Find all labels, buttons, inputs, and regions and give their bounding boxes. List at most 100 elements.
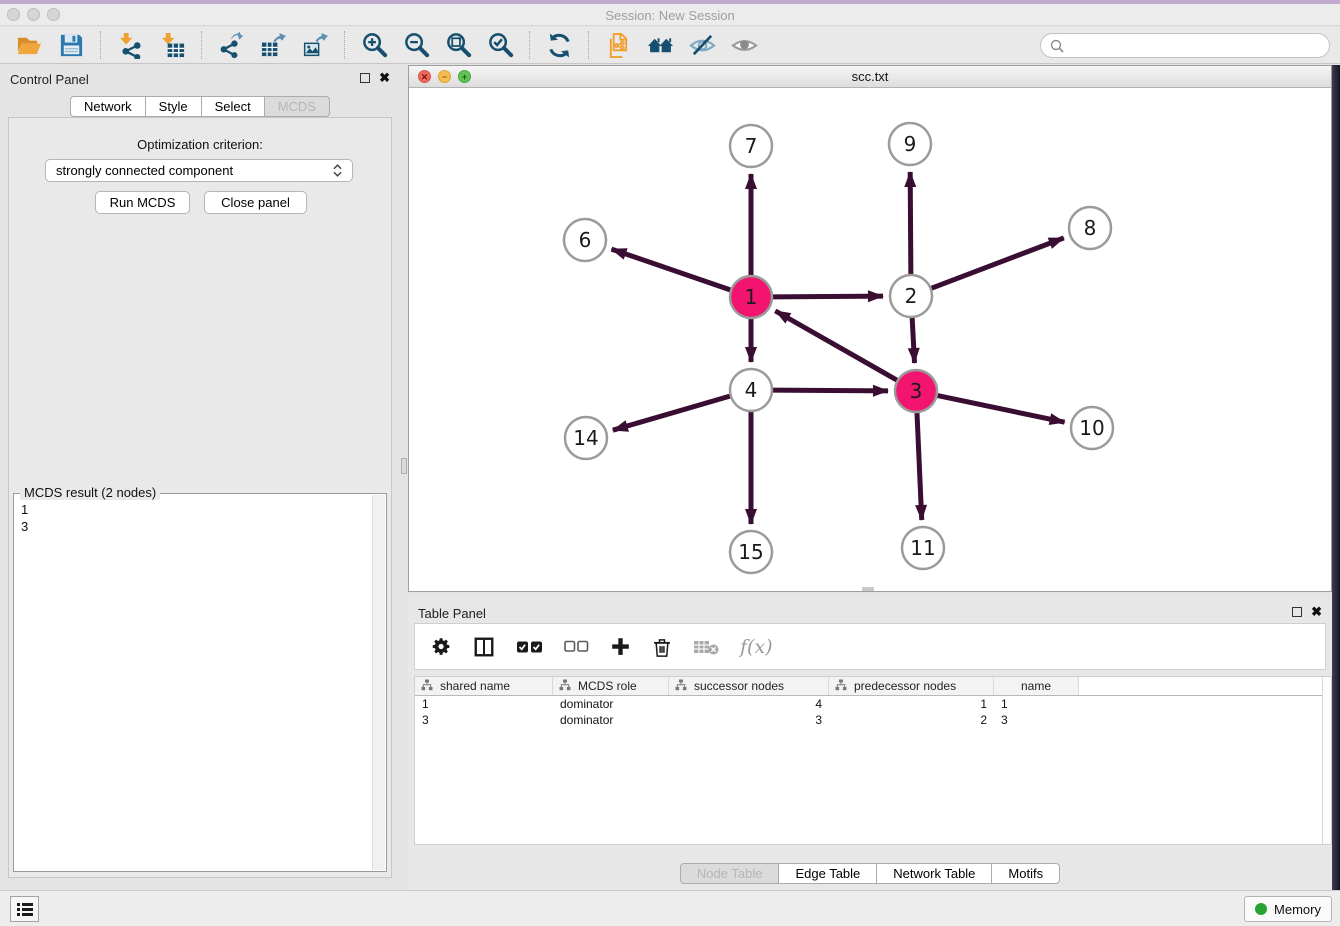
zoom-fit-icon[interactable] (442, 29, 474, 61)
cell-predecessor-nodes[interactable]: 2 (829, 713, 994, 727)
zoom-out-icon[interactable] (400, 29, 432, 61)
export-table-icon[interactable] (257, 29, 289, 61)
show-eye-icon[interactable] (728, 29, 760, 61)
edge-2-8[interactable] (932, 238, 1064, 288)
duplicate-network-icon[interactable] (602, 29, 634, 61)
run-mcds-button[interactable]: Run MCDS (95, 191, 190, 214)
zoom-selected-icon[interactable] (484, 29, 516, 61)
refresh-icon[interactable] (543, 29, 575, 61)
edge-1-2[interactable] (773, 296, 883, 297)
graph-node-4[interactable]: 4 (730, 369, 772, 411)
cell-predecessor-nodes[interactable]: 1 (829, 697, 994, 711)
table-row[interactable]: 1dominator411 (415, 696, 1331, 712)
table-settings-gear-icon[interactable] (431, 636, 452, 657)
float-table-panel-icon[interactable] (1292, 607, 1302, 617)
delete-column-icon[interactable] (652, 636, 672, 658)
graph-node-3[interactable]: 3 (895, 370, 937, 412)
export-network-icon[interactable] (215, 29, 247, 61)
column-header-name[interactable]: name (994, 677, 1079, 695)
tab-edge-table[interactable]: Edge Table (779, 863, 877, 884)
show-columns-icon[interactable] (473, 636, 495, 658)
edge-3-10[interactable] (938, 396, 1065, 423)
window-resize-handle[interactable] (862, 587, 874, 591)
status-bar: Memory (0, 890, 1340, 926)
panel-divider-handle[interactable] (401, 458, 407, 474)
network-canvas[interactable]: 7 9 6 8 1 2 4 3 14 10 15 11 (409, 88, 1331, 591)
deselect-all-rows-icon[interactable] (564, 640, 589, 653)
tab-node-table[interactable]: Node Table (680, 863, 780, 884)
cell-MCDS-role[interactable]: dominator (553, 697, 669, 711)
cell-name[interactable]: 3 (994, 713, 1079, 727)
tab-motifs[interactable]: Motifs (992, 863, 1060, 884)
open-folder-icon[interactable] (13, 29, 45, 61)
float-panel-icon[interactable] (360, 73, 370, 83)
cell-shared-name[interactable]: 1 (415, 697, 553, 711)
column-header-shared-name[interactable]: shared name (415, 677, 553, 695)
edge-4-3[interactable] (773, 390, 888, 391)
mcds-result-list[interactable]: 13 (15, 499, 371, 870)
table-scrollbar[interactable] (1322, 677, 1331, 844)
tab-style[interactable]: Style (146, 96, 202, 117)
task-history-button[interactable] (10, 896, 39, 922)
graph-node-11[interactable]: 11 (902, 527, 944, 569)
edge-2-3[interactable] (912, 318, 914, 363)
graph-node-15[interactable]: 15 (730, 531, 772, 573)
search-field[interactable] (1040, 33, 1330, 58)
svg-text:4: 4 (745, 378, 758, 402)
toolbar-separator (100, 31, 101, 59)
svg-text:6: 6 (579, 228, 592, 252)
control-panel-tabs: NetworkStyleSelectMCDS (0, 96, 400, 117)
tab-network[interactable]: Network (70, 96, 146, 117)
save-icon[interactable] (55, 29, 87, 61)
edge-3-1[interactable] (775, 311, 897, 380)
column-header-successor-nodes[interactable]: successor nodes (669, 677, 829, 695)
svg-text:1: 1 (745, 285, 758, 309)
import-table-icon[interactable] (156, 29, 188, 61)
select-all-rows-icon[interactable] (516, 640, 543, 654)
result-scrollbar[interactable] (372, 495, 385, 870)
table-row[interactable]: 3dominator323 (415, 712, 1331, 728)
mcds-result-legend: MCDS result (2 nodes) (20, 485, 160, 500)
graph-node-1[interactable]: 1 (730, 276, 772, 318)
graph-node-14[interactable]: 14 (565, 417, 607, 459)
search-input[interactable] (1070, 38, 1329, 53)
houses-icon[interactable] (644, 29, 676, 61)
graph-node-9[interactable]: 9 (889, 123, 931, 165)
zoom-in-icon[interactable] (358, 29, 390, 61)
memory-button[interactable]: Memory (1244, 896, 1332, 922)
tab-network-table[interactable]: Network Table (877, 863, 992, 884)
column-header-predecessor-nodes[interactable]: predecessor nodes (829, 677, 994, 695)
network-window-titlebar[interactable]: ✕ − + scc.txt (409, 66, 1331, 88)
graph-node-2[interactable]: 2 (890, 275, 932, 317)
column-header-MCDS-role[interactable]: MCDS role (553, 677, 669, 695)
close-panel-icon[interactable]: ✖ (379, 72, 390, 84)
cell-successor-nodes[interactable]: 3 (669, 713, 829, 727)
close-panel-button[interactable]: Close panel (204, 191, 307, 214)
edge-4-14[interactable] (613, 396, 730, 430)
table-panel-title: Table Panel (418, 606, 486, 621)
cell-name[interactable]: 1 (994, 697, 1079, 711)
edge-3-11[interactable] (917, 413, 922, 520)
hierarchy-icon (559, 679, 571, 694)
close-table-panel-icon[interactable]: ✖ (1311, 606, 1322, 618)
add-column-icon[interactable] (610, 636, 631, 657)
tab-select[interactable]: Select (202, 96, 265, 117)
hierarchy-icon (421, 679, 433, 694)
edge-1-6[interactable] (611, 249, 730, 290)
cell-shared-name[interactable]: 3 (415, 713, 553, 727)
graph-node-8[interactable]: 8 (1069, 207, 1111, 249)
graph-node-6[interactable]: 6 (564, 219, 606, 261)
export-image-icon[interactable] (299, 29, 331, 61)
hide-eye-icon[interactable] (686, 29, 718, 61)
hierarchy-icon (675, 679, 687, 694)
svg-text:9: 9 (904, 132, 917, 156)
graph-node-10[interactable]: 10 (1071, 407, 1113, 449)
tab-mcds[interactable]: MCDS (265, 96, 330, 117)
graph-node-7[interactable]: 7 (730, 125, 772, 167)
cell-MCDS-role[interactable]: dominator (553, 713, 669, 727)
criterion-select[interactable]: strongly connected component (45, 159, 353, 182)
import-network-icon[interactable] (114, 29, 146, 61)
edge-2-9[interactable] (910, 172, 911, 274)
toolbar-separator (588, 31, 589, 59)
cell-successor-nodes[interactable]: 4 (669, 697, 829, 711)
